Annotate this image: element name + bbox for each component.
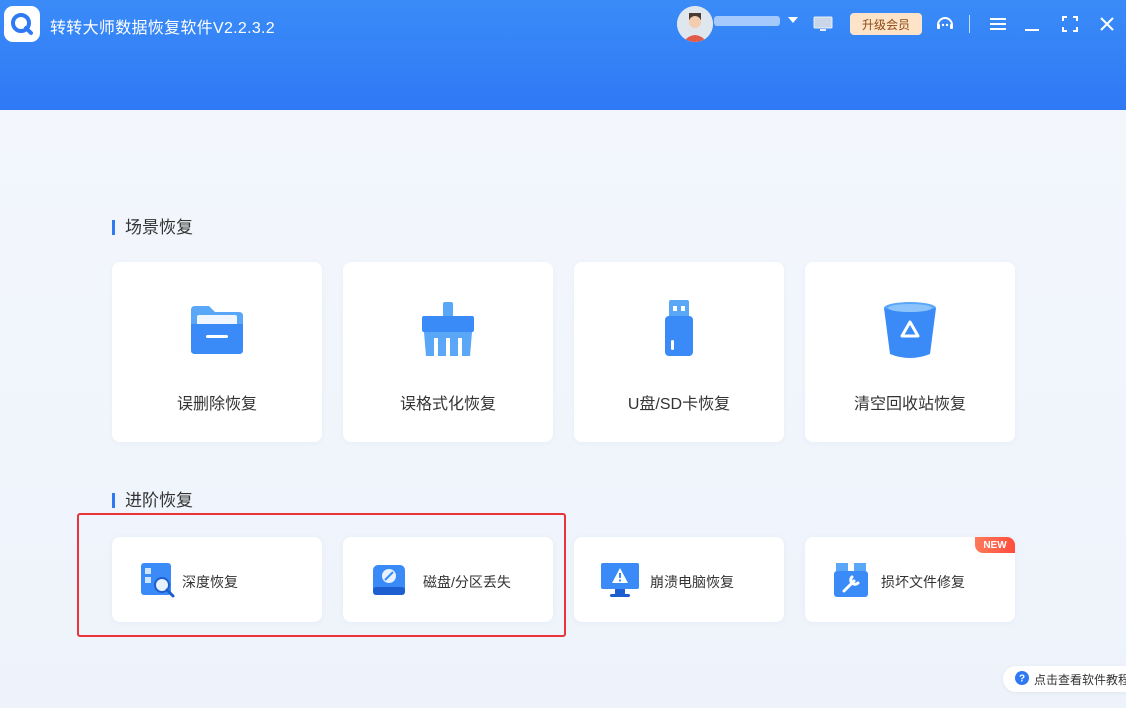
username[interactable] bbox=[714, 16, 780, 26]
card-crashed-pc-recovery[interactable]: 崩溃电脑恢复 bbox=[574, 537, 784, 622]
card-label: 崩溃电脑恢复 bbox=[650, 574, 734, 590]
help-tutorial-link[interactable]: ? 点击查看软件教程 bbox=[1003, 666, 1126, 692]
disk-icon bbox=[369, 560, 409, 600]
title-bar: 转转大师数据恢复软件V2.2.3.2 升级会员 bbox=[0, 0, 1126, 110]
card-label: 损坏文件修复 bbox=[881, 574, 965, 590]
monitor-icon[interactable] bbox=[812, 14, 834, 34]
usb-drive-icon bbox=[574, 300, 784, 362]
toolbar-divider bbox=[969, 15, 970, 33]
card-label: 磁盘/分区丢失 bbox=[423, 574, 511, 590]
card-label: U盘/SD卡恢复 bbox=[627, 396, 731, 413]
new-badge: NEW bbox=[975, 537, 1015, 553]
menu-icon[interactable] bbox=[988, 14, 1008, 34]
recycle-bin-icon bbox=[805, 300, 1015, 362]
card-label: 清空回收站恢复 bbox=[853, 396, 966, 413]
upgrade-vip-button[interactable]: 升级会员 bbox=[850, 13, 922, 35]
file-repair-icon bbox=[831, 560, 871, 600]
card-format-recovery[interactable]: 误格式化恢复 bbox=[343, 262, 553, 442]
brush-icon bbox=[343, 300, 553, 362]
close-icon[interactable] bbox=[1097, 14, 1117, 34]
scene-recovery-title: 场景恢复 bbox=[112, 219, 193, 236]
folder-icon bbox=[112, 300, 322, 362]
deep-scan-icon bbox=[138, 560, 178, 600]
chevron-down-icon[interactable] bbox=[787, 14, 799, 26]
card-deep-recovery[interactable]: 深度恢复 bbox=[112, 537, 322, 622]
minimize-icon[interactable] bbox=[1022, 14, 1042, 34]
card-disk-partition-lost[interactable]: 磁盘/分区丢失 bbox=[343, 537, 553, 622]
svg-text:?: ? bbox=[1019, 673, 1025, 684]
customer-service-icon[interactable] bbox=[934, 13, 956, 35]
crashed-monitor-icon bbox=[600, 560, 640, 600]
advanced-recovery-title: 进阶恢复 bbox=[112, 492, 193, 509]
card-file-repair[interactable]: NEW 损坏文件修复 bbox=[805, 537, 1015, 622]
card-label: 误删除恢复 bbox=[176, 396, 257, 413]
card-label: 误格式化恢复 bbox=[399, 396, 496, 413]
card-recycle-bin-recovery[interactable]: 清空回收站恢复 bbox=[805, 262, 1015, 442]
app-title: 转转大师数据恢复软件V2.2.3.2 bbox=[50, 20, 276, 37]
help-label: 点击查看软件教程 bbox=[1034, 672, 1126, 687]
maximize-icon[interactable] bbox=[1060, 14, 1080, 34]
card-usb-sd-recovery[interactable]: U盘/SD卡恢复 bbox=[574, 262, 784, 442]
card-label: 深度恢复 bbox=[182, 574, 238, 590]
app-logo-icon bbox=[4, 6, 40, 42]
help-icon: ? bbox=[1015, 670, 1029, 688]
avatar[interactable] bbox=[677, 6, 713, 42]
card-accidental-delete[interactable]: 误删除恢复 bbox=[112, 262, 322, 442]
